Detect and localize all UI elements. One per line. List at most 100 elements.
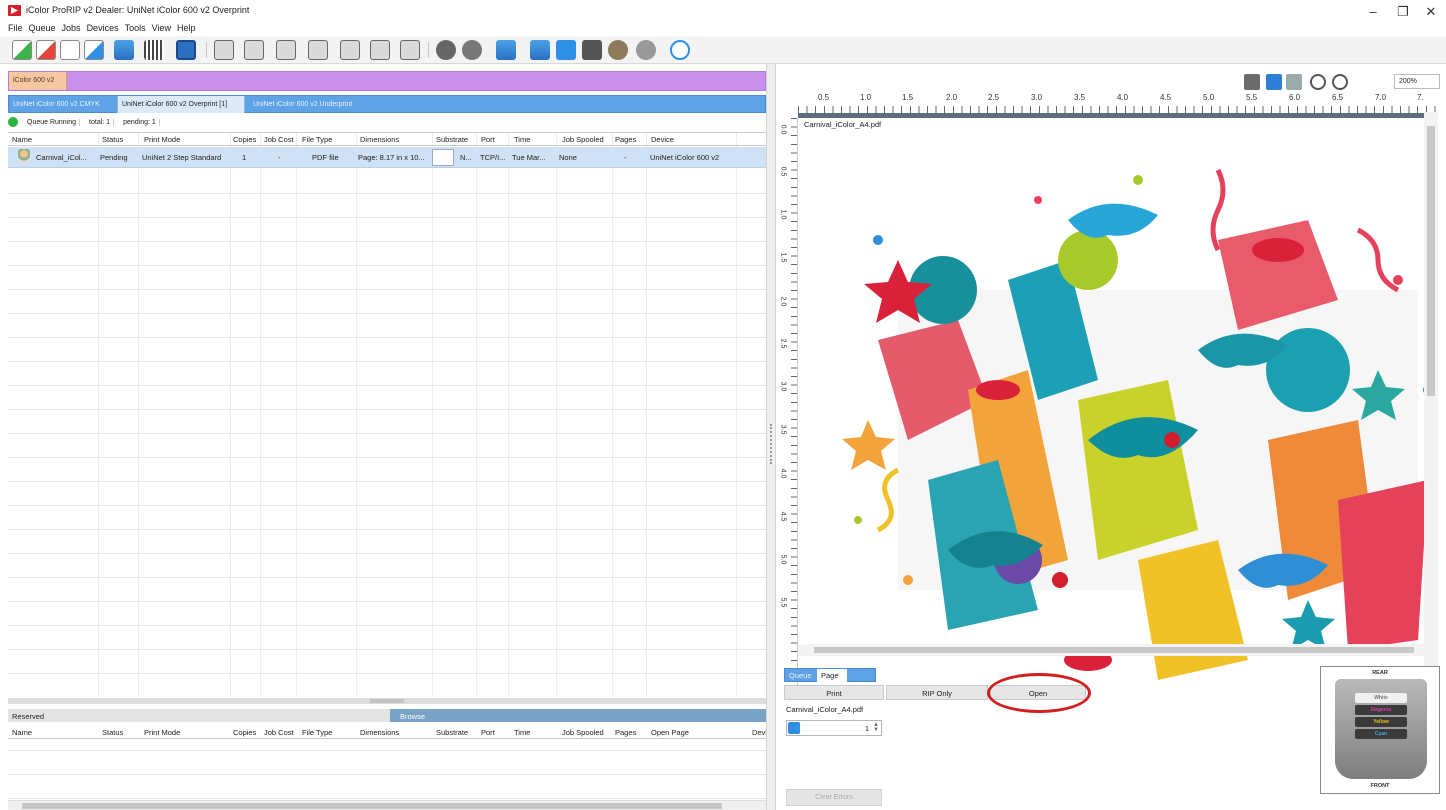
col-job-cost[interactable]: Job Cost: [264, 135, 294, 144]
col-dimensions[interactable]: Dimensions: [360, 135, 399, 144]
col-status[interactable]: Status: [102, 135, 123, 144]
menu-help[interactable]: Help: [177, 23, 196, 35]
print-button[interactable]: Print: [784, 685, 884, 700]
add-job-icon[interactable]: [12, 40, 32, 60]
col-job-spooled[interactable]: Job Spooled: [562, 728, 604, 737]
col-print-mode[interactable]: Print Mode: [144, 135, 180, 144]
menu-devices[interactable]: Devices: [87, 23, 119, 35]
print-file-name: Carnival_iColor_A4.pdf: [786, 705, 864, 714]
col-port[interactable]: Port: [481, 728, 495, 737]
tab-page[interactable]: Page: [817, 669, 847, 682]
col-pages[interactable]: Pages: [615, 728, 636, 737]
layout-4-icon[interactable]: [308, 40, 328, 60]
menu-view[interactable]: View: [152, 23, 171, 35]
col-substrate[interactable]: Substrate: [436, 728, 468, 737]
job-name: Carnival_iCol...: [36, 153, 87, 162]
document-icon[interactable]: [60, 40, 80, 60]
compass-icon[interactable]: [670, 40, 690, 60]
menu-queue[interactable]: Queue: [29, 23, 56, 35]
printer-settings-icon[interactable]: [556, 40, 576, 60]
job-print-mode: UniNet 2 Step Standard: [142, 153, 222, 162]
menu-tools[interactable]: Tools: [125, 23, 146, 35]
table-row[interactable]: Carnival_iCol... Pending UniNet 2 Step S…: [8, 147, 766, 168]
col-print-mode[interactable]: Print Mode: [144, 728, 180, 737]
horizontal-ruler: 0.5 1.0 1.5 2.0 2.5 3.0 3.5 4.0 4.5 5.0 …: [798, 92, 1438, 118]
layout-1-icon[interactable]: [214, 40, 234, 60]
job-time: Tue Mar...: [512, 153, 546, 162]
pane-splitter[interactable]: [8, 698, 766, 704]
reserved-tab[interactable]: Reserved: [8, 709, 390, 722]
col-name[interactable]: Name: [12, 728, 32, 737]
carnival-artwork: [842, 168, 1424, 686]
palette-icon[interactable]: [636, 40, 656, 60]
left-horizontal-scrollbar[interactable]: [8, 800, 766, 810]
printer-icon[interactable]: [582, 40, 602, 60]
col-name[interactable]: Name: [12, 135, 32, 144]
preview-vertical-scrollbar[interactable]: [1424, 112, 1438, 692]
layout-5-icon[interactable]: [340, 40, 360, 60]
col-status[interactable]: Status: [102, 728, 123, 737]
platen-preview: REAR White Magenta Yellow Cyan FRONT: [1320, 666, 1440, 794]
preview-file-name: Carnival_iColor_A4.pdf: [804, 120, 882, 129]
zoom-out-icon[interactable]: [1332, 74, 1348, 90]
col-time[interactable]: Time: [514, 135, 530, 144]
layout-2-icon[interactable]: [244, 40, 264, 60]
minimize-button[interactable]: –: [1360, 4, 1386, 19]
queue-remove-icon[interactable]: [496, 40, 516, 60]
send-queue-icon[interactable]: [114, 40, 134, 60]
col-substrate[interactable]: Substrate: [436, 135, 468, 144]
col-copies[interactable]: Copies: [233, 135, 256, 144]
col-port[interactable]: Port: [481, 135, 495, 144]
layout-3-icon[interactable]: [276, 40, 296, 60]
pan-tool-icon[interactable]: [1244, 74, 1260, 90]
close-button[interactable]: ✕: [1418, 4, 1444, 20]
fit-page-icon[interactable]: [1286, 74, 1302, 90]
preview-canvas[interactable]: Carnival_iColor_A4.pdf: [798, 118, 1424, 692]
col-device[interactable]: Device: [752, 728, 775, 737]
delete-job-icon[interactable]: [36, 40, 56, 60]
col-pages[interactable]: Pages: [615, 135, 636, 144]
menu-file[interactable]: File: [8, 23, 23, 35]
restore-button[interactable]: ❐: [1390, 4, 1416, 20]
tab-queue[interactable]: Queue: [785, 669, 817, 682]
tab-underprint[interactable]: UniNet iColor 600 v2 Underprint: [249, 96, 369, 113]
cancel-all-icon[interactable]: [436, 40, 456, 60]
menu-jobs[interactable]: Jobs: [62, 23, 81, 35]
browse-tab[interactable]: Browse: [390, 709, 766, 722]
grid-icon[interactable]: [144, 40, 164, 60]
rip-only-button[interactable]: RIP Only: [886, 685, 988, 700]
preview-horizontal-scrollbar[interactable]: [798, 644, 1438, 656]
col-job-spooled[interactable]: Job Spooled: [562, 135, 604, 144]
col-time[interactable]: Time: [514, 728, 530, 737]
zoom-select[interactable]: 200%: [1394, 74, 1440, 89]
spinner-arrows-icon[interactable]: ▲ ▼: [873, 722, 879, 733]
job-thumbnail-icon: [18, 149, 30, 163]
tab-overprint[interactable]: UniNet iColor 600 v2 Overprint [1]: [117, 96, 245, 113]
queue-settings-icon[interactable]: [530, 40, 550, 60]
clear-errors-button[interactable]: Clear Errors: [786, 789, 882, 806]
col-dimensions[interactable]: Dimensions: [360, 728, 399, 737]
col-copies[interactable]: Copies: [233, 728, 256, 737]
job-info-icon[interactable]: [84, 40, 104, 60]
highlight-ellipse: [987, 673, 1091, 713]
monitor-icon[interactable]: [176, 40, 196, 60]
zoom-in-icon[interactable]: [1310, 74, 1326, 90]
tab-cmyk[interactable]: UniNet iColor 600 v2 CMYK: [9, 96, 117, 113]
col-file-type[interactable]: File Type: [302, 135, 332, 144]
col-job-cost[interactable]: Job Cost: [264, 728, 294, 737]
device-tab[interactable]: iColor 600 v2: [9, 72, 67, 90]
col-device[interactable]: Device: [651, 135, 674, 144]
preview-pane: 200% 0.5 1.0 1.5 2.0 2.5 3.0 3.5 4.0 4.5…: [776, 64, 1446, 810]
layout-7-icon[interactable]: [400, 40, 420, 60]
job-status: Pending: [100, 153, 128, 162]
select-tool-icon[interactable]: [1266, 74, 1282, 90]
page-stepper[interactable]: 1 ▲ ▼: [786, 720, 882, 736]
vertical-divider[interactable]: [766, 64, 776, 810]
stop-icon[interactable]: [462, 40, 482, 60]
color-tools-icon[interactable]: [608, 40, 628, 60]
layout-6-icon[interactable]: [370, 40, 390, 60]
page-number[interactable]: 1: [865, 724, 869, 733]
slot-magenta: Magenta: [1355, 705, 1407, 715]
col-file-type[interactable]: File Type: [302, 728, 332, 737]
col-open-page[interactable]: Open Page: [651, 728, 689, 737]
